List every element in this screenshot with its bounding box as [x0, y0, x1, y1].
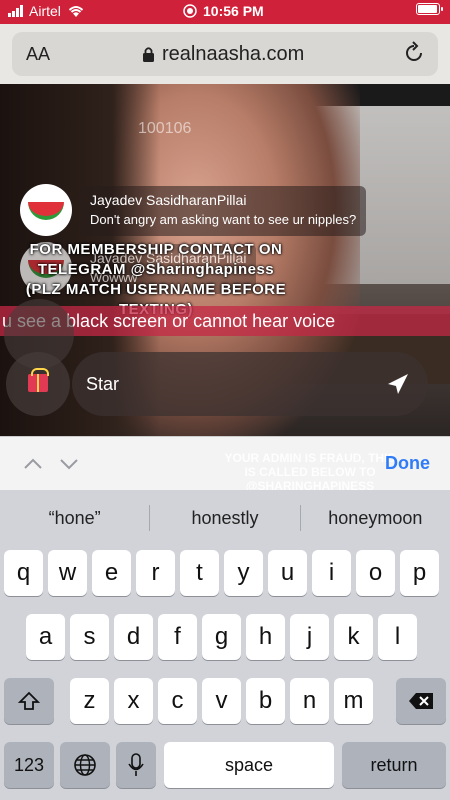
key-s[interactable]: s	[70, 614, 109, 660]
battery-icon	[416, 3, 443, 15]
send-icon[interactable]	[386, 372, 410, 396]
text-size-button[interactable]: AA	[26, 44, 50, 65]
signal-icon	[8, 5, 23, 17]
key-x[interactable]: x	[114, 678, 153, 724]
done-button[interactable]: Done	[385, 453, 430, 474]
shift-key[interactable]	[4, 678, 54, 724]
key-u[interactable]: u	[268, 550, 307, 596]
backspace-key[interactable]	[396, 678, 446, 724]
gift-button[interactable]	[6, 352, 70, 416]
status-bar: Airtel 10:56 PM	[0, 0, 450, 24]
key-z[interactable]: z	[70, 678, 109, 724]
clock-area: 10:56 PM	[183, 3, 264, 19]
keyboard-accessory-bar: YOUR ADMIN IS FRAUD, THIS IS CALLED BELO…	[0, 436, 450, 493]
keyboard: “hone” honestly honeymoon q w e r t y u …	[0, 490, 450, 800]
key-b[interactable]: b	[246, 678, 285, 724]
battery-area	[416, 3, 443, 15]
key-j[interactable]: j	[290, 614, 329, 660]
chat-bubble: Jayadev SasidharanPillai Don't angry am …	[80, 186, 367, 236]
chat-message: Jayadev SasidharanPillai Don't angry am …	[20, 184, 367, 236]
prediction-item[interactable]: honestly	[150, 508, 299, 529]
key-a[interactable]: a	[26, 614, 65, 660]
reload-icon[interactable]	[402, 41, 426, 65]
chevron-down-icon[interactable]	[58, 453, 80, 475]
lock-icon	[143, 47, 154, 62]
key-l[interactable]: l	[378, 614, 417, 660]
shift-icon	[18, 691, 40, 710]
predictive-bar: “hone” honestly honeymoon	[0, 490, 450, 546]
key-t[interactable]: t	[180, 550, 219, 596]
key-k[interactable]: k	[334, 614, 373, 660]
prediction-item[interactable]: honeymoon	[301, 508, 450, 529]
key-y[interactable]: y	[224, 550, 263, 596]
backspace-icon	[409, 693, 433, 709]
numbers-key[interactable]: 123	[4, 742, 54, 788]
globe-key[interactable]	[60, 742, 110, 788]
key-n[interactable]: n	[290, 678, 329, 724]
overlay-line: FOR MEMBERSHIP CONTACT ON	[29, 241, 283, 258]
prediction-item[interactable]: “hone”	[0, 508, 149, 529]
chevron-up-icon[interactable]	[22, 453, 44, 475]
chat-input[interactable]	[86, 368, 366, 400]
key-r[interactable]: r	[136, 550, 175, 596]
key-p[interactable]: p	[400, 550, 439, 596]
viewer-count: 100106	[138, 120, 192, 137]
key-h[interactable]: h	[246, 614, 285, 660]
wifi-icon	[68, 6, 84, 17]
gift-icon	[28, 368, 49, 392]
carrier-name: Airtel	[29, 3, 61, 19]
key-i[interactable]: i	[312, 550, 351, 596]
key-f[interactable]: f	[158, 614, 197, 660]
key-v[interactable]: v	[202, 678, 241, 724]
key-q[interactable]: q	[4, 550, 43, 596]
key-c[interactable]: c	[158, 678, 197, 724]
key-g[interactable]: g	[202, 614, 241, 660]
overlay-line: (PLZ MATCH USERNAME BEFORE	[25, 281, 287, 298]
status-time: 10:56 PM	[203, 3, 264, 19]
key-e[interactable]: e	[92, 550, 131, 596]
chat-input-container	[72, 352, 428, 416]
key-w[interactable]: w	[48, 550, 87, 596]
chat-text: Don't angry am asking want to see ur nip…	[90, 212, 357, 227]
browser-toolbar: AA realnaasha.com	[0, 24, 450, 84]
overlay-line: TELEGRAM @Sharinghapiness	[37, 261, 275, 278]
return-key[interactable]: return	[342, 742, 446, 788]
address-bar[interactable]: AA realnaasha.com	[12, 32, 438, 76]
key-d[interactable]: d	[114, 614, 153, 660]
key-m[interactable]: m	[334, 678, 373, 724]
microphone-icon	[128, 753, 144, 776]
space-key[interactable]: space	[164, 742, 334, 788]
key-o[interactable]: o	[356, 550, 395, 596]
chat-username: Jayadev SasidharanPillai	[90, 192, 247, 208]
dictation-key[interactable]	[116, 742, 156, 788]
watermelon-avatar	[20, 184, 72, 236]
globe-icon	[74, 754, 96, 776]
live-video: 100106 Jayadev SasidharanPillai Don't an…	[0, 84, 450, 436]
url-text[interactable]: realnaasha.com	[162, 43, 304, 66]
recording-icon	[183, 4, 197, 18]
carrier-area: Airtel	[8, 3, 85, 19]
